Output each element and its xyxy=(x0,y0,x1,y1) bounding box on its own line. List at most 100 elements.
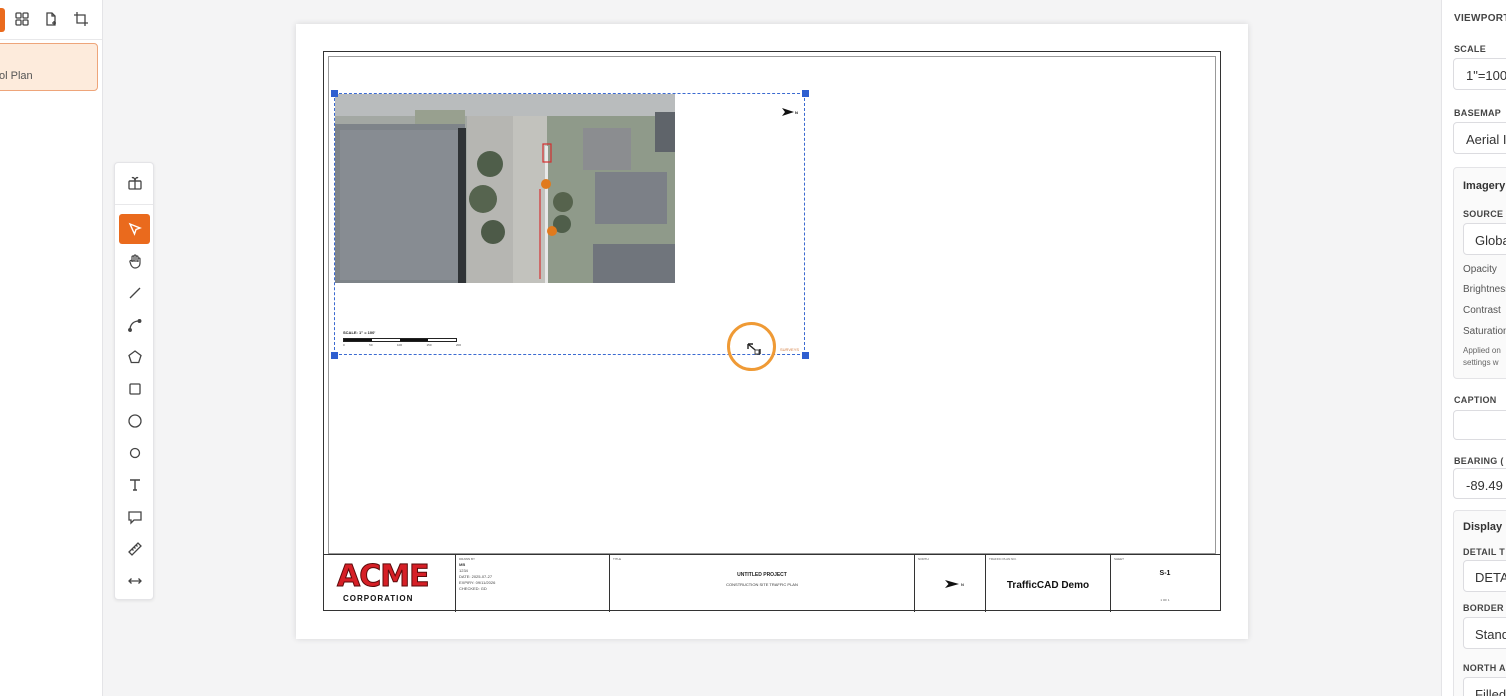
sheet-number: S-1 xyxy=(1159,570,1171,577)
scale-bar: SCALE: 1" = 100' 0 50 100 150 200 xyxy=(343,330,461,347)
scale-tick: 100 xyxy=(396,343,402,347)
logo-cell: ACME CORPORATION xyxy=(323,555,456,612)
border-label: BORDER xyxy=(1463,603,1504,613)
polygon-tool-button[interactable] xyxy=(119,342,150,372)
north-letter: N xyxy=(961,581,964,587)
resize-handle-top-right[interactable] xyxy=(802,90,809,97)
scale-bar-graphic xyxy=(343,338,457,342)
imagery-note-line1: Applied on xyxy=(1463,346,1501,355)
north-arrow-icon xyxy=(782,108,794,116)
opacity-label: Opacity xyxy=(1463,264,1497,275)
title-block-north-arrow: N xyxy=(945,580,964,588)
drawing-sheet[interactable]: N SCALE: 1" = 100' 0 50 100 150 200 SURV… xyxy=(296,24,1248,639)
double-arrow-icon xyxy=(127,578,142,584)
resize-handle-top-left[interactable] xyxy=(331,90,338,97)
north-arrow-select[interactable]: Filled xyxy=(1463,677,1506,696)
text-tool-button[interactable] xyxy=(119,470,150,500)
hand-icon xyxy=(128,254,141,269)
properties-panel: VIEWPORT SCALE 1"=100' BASEMAP Aerial Im… xyxy=(1441,0,1506,696)
drawn-by-value: MB xyxy=(459,562,466,567)
tool-separator xyxy=(115,204,153,205)
ellipse-tool-button[interactable] xyxy=(119,438,150,468)
tool-palette xyxy=(114,162,154,600)
gift-tool-button[interactable] xyxy=(119,168,150,198)
measure-tool-button[interactable] xyxy=(119,534,150,564)
scale-label: SCALE xyxy=(1454,44,1487,54)
resize-handle-bottom-right[interactable] xyxy=(802,352,809,359)
sheet-number-cell: SHEET S-1 1 OF 1 xyxy=(1111,555,1219,612)
viewport-north-arrow: N xyxy=(782,108,798,116)
north-label: NORTH xyxy=(918,557,929,561)
border-select[interactable]: Standard xyxy=(1463,617,1506,649)
viewport-section-title: VIEWPORT xyxy=(1454,13,1506,24)
add-page-icon[interactable] xyxy=(43,11,59,27)
border-value: Standard xyxy=(1475,627,1506,642)
line-icon xyxy=(129,287,140,299)
basemap-select[interactable]: Aerial Imagery xyxy=(1453,122,1506,154)
left-panel: ol Plan xyxy=(0,0,103,696)
sheet-label: SHEET xyxy=(1114,557,1125,561)
basemap-value: Aerial Imagery xyxy=(1466,132,1506,147)
imagery-group: Imagery SOURCE Global Opacity Brightness… xyxy=(1453,167,1506,379)
square-icon xyxy=(128,383,141,395)
text-icon xyxy=(129,479,140,491)
title-label: TITLE xyxy=(613,557,622,561)
rectangle-tool-button[interactable] xyxy=(119,374,150,404)
title-cell: TITLE UNTITLED PROJECT CONSTRUCTION SITE… xyxy=(610,555,915,612)
circle-icon xyxy=(127,414,142,428)
bearing-value: -89.49 xyxy=(1466,478,1503,493)
checked-by: CHECKED: GD xyxy=(459,586,487,591)
detail-label: DETAIL T xyxy=(1463,547,1506,557)
ruler-icon xyxy=(127,542,142,556)
gift-icon xyxy=(127,176,142,190)
display-title: Display xyxy=(1463,521,1503,533)
scale-tick: 150 xyxy=(426,343,432,347)
imagery-title: Imagery xyxy=(1463,180,1506,192)
company-logo: ACME xyxy=(337,559,431,594)
project-title: UNTITLED PROJECT xyxy=(737,572,787,578)
source-label: SOURCE xyxy=(1463,209,1504,219)
bearing-input[interactable]: -89.49 xyxy=(1453,468,1506,499)
resize-handle-bottom-left[interactable] xyxy=(331,352,338,359)
sheet-of: 1 OF 1 xyxy=(1160,598,1170,602)
project-subtitle: CONSTRUCTION SITE TRAFFIC PLAN xyxy=(726,582,798,587)
scale-tick: 50 xyxy=(369,343,373,347)
display-group: Display DETAIL T DETAIL BORDER Standard … xyxy=(1453,510,1506,696)
scale-select[interactable]: 1"=100' xyxy=(1453,58,1506,90)
scale-bar-label: SCALE: 1" = 100' xyxy=(343,330,376,335)
saturation-label: Saturation xyxy=(1463,326,1506,337)
select-tool-button[interactable] xyxy=(119,214,150,244)
source-value: Global xyxy=(1475,233,1506,248)
north-arrow-icon xyxy=(945,580,959,588)
active-tab-indicator[interactable] xyxy=(0,8,5,32)
dimension-tool-button[interactable] xyxy=(119,566,150,596)
north-arrow-label: NORTH A xyxy=(1463,663,1506,673)
sheet-item-label: ol Plan xyxy=(0,70,33,82)
pan-tool-button[interactable] xyxy=(119,246,150,276)
small-circle-icon xyxy=(129,447,140,459)
source-select[interactable]: Global xyxy=(1463,223,1506,255)
caption-input[interactable] xyxy=(1453,410,1506,440)
north-cell: NORTH N xyxy=(915,555,986,612)
line-tool-button[interactable] xyxy=(119,278,150,308)
circle-tool-button[interactable] xyxy=(119,406,150,436)
caption-label: CAPTION xyxy=(1454,395,1497,405)
sheet-list-item[interactable]: ol Plan xyxy=(0,43,98,91)
basemap-label: BASEMAP xyxy=(1454,108,1502,118)
curve-tool-button[interactable] xyxy=(119,310,150,340)
grid-icon[interactable] xyxy=(14,11,30,27)
drawn-by-label: DRAWN BY xyxy=(459,557,476,561)
callout-tool-button[interactable] xyxy=(119,502,150,532)
detail-value: DETAIL xyxy=(1475,570,1506,585)
imagery-note-line2: settings w xyxy=(1463,358,1499,367)
crop-icon[interactable] xyxy=(73,11,89,27)
brand-label: TRAFFIC PLAN No. xyxy=(989,557,1017,561)
scale-tick: 200 xyxy=(455,343,461,347)
detail-select[interactable]: DETAIL xyxy=(1463,560,1506,592)
resize-cursor-icon xyxy=(745,341,763,357)
left-panel-toolbar xyxy=(0,0,102,40)
scale-tick: 0 xyxy=(343,343,345,347)
select-arrow-icon xyxy=(128,222,142,236)
viewport-selection-frame[interactable] xyxy=(334,93,805,355)
title-block: ACME CORPORATION DRAWN BY MB 1234 DATE: … xyxy=(323,554,1221,612)
